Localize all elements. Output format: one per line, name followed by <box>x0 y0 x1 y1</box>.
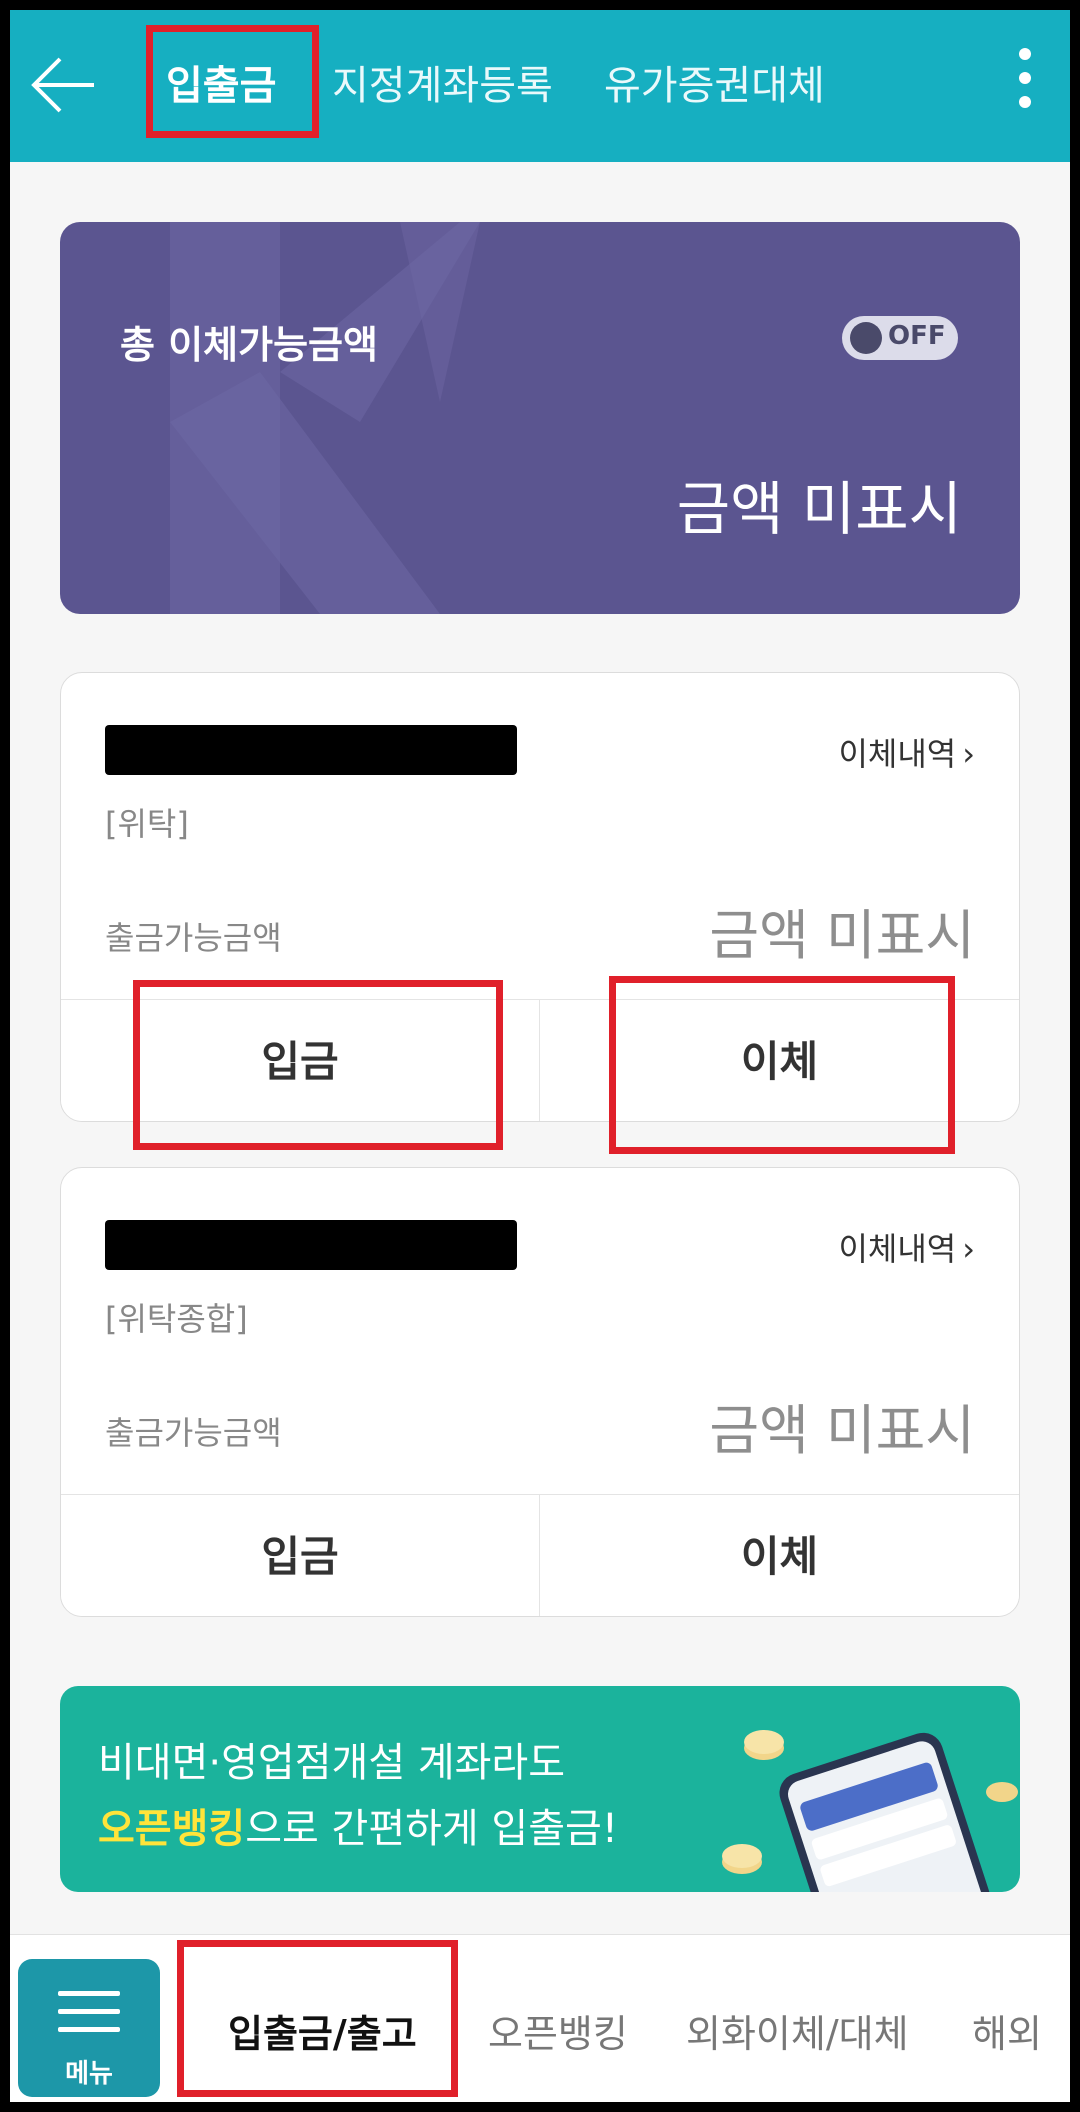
transfer-history-label: 이체내역 <box>838 735 957 773</box>
chevron-right-icon: › <box>962 735 975 773</box>
chevron-right-icon: › <box>962 1230 975 1268</box>
transfer-history-link[interactable]: 이체내역 › <box>838 729 975 775</box>
amount-visibility-toggle[interactable]: OFF <box>842 316 958 360</box>
more-vertical-icon[interactable] <box>1010 48 1040 128</box>
account-card: 이체내역 › [위탁종합] 출금가능금액 금액 미표시 입금 이체 <box>60 1167 1020 1617</box>
tab-designated-account[interactable]: 지정계좌등록 <box>332 58 553 114</box>
transfer-history-label: 이체내역 <box>838 1230 957 1268</box>
banner-line-2-rest: 으로 간편하게 입출금! <box>245 1806 618 1852</box>
withdrawable-amount: 금액 미표시 <box>709 904 975 967</box>
brand-k-watermark <box>170 222 480 614</box>
back-button[interactable] <box>28 50 100 120</box>
transfer-button[interactable]: 이체 <box>540 1495 1019 1616</box>
menu-label: 메뉴 <box>65 2059 113 2089</box>
app-screen: 입출금 지정계좌등록 유가증권대체 총 이체가능금액 OFF 금액 미표시 이체… <box>10 10 1070 2102</box>
nav-fx-transfer[interactable]: 외화이체/대체 <box>686 2003 909 2058</box>
nav-open-banking[interactable]: 오픈뱅킹 <box>488 2003 628 2058</box>
bottom-navigation: 메뉴 입출금/출고 오픈뱅킹 외화이체/대체 해외 <box>10 1934 1070 2102</box>
withdrawable-amount: 금액 미표시 <box>709 1399 975 1462</box>
total-transferable-title: 총 이체가능금액 <box>120 323 378 367</box>
annotation-box <box>609 976 955 1154</box>
banner-line-2: 오픈뱅킹으로 간편하게 입출금! <box>98 1796 618 1854</box>
deposit-button[interactable]: 입금 <box>61 1495 540 1616</box>
annotation-box <box>177 1940 458 2097</box>
banner-line-1: 비대면·영업점개설 계좌라도 <box>98 1740 566 1786</box>
nav-overseas[interactable]: 해외 <box>972 2003 1042 2058</box>
toggle-label: OFF <box>888 321 946 351</box>
total-transferable-card: 총 이체가능금액 OFF 금액 미표시 <box>60 222 1020 614</box>
account-type: [위탁종합] <box>105 1300 248 1338</box>
arrow-left-icon <box>31 57 94 113</box>
toggle-knob <box>850 322 882 354</box>
tab-securities-transfer[interactable]: 유가증권대체 <box>604 58 825 114</box>
annotation-box <box>146 25 319 138</box>
menu-button[interactable]: 메뉴 <box>18 1959 160 2097</box>
withdrawable-label: 출금가능금액 <box>105 919 282 957</box>
account-actions: 입금 이체 <box>61 1494 1019 1616</box>
total-amount-text: 금액 미표시 <box>676 475 962 543</box>
redacted-account-number <box>105 1220 517 1270</box>
banner-highlight: 오픈뱅킹 <box>98 1806 246 1852</box>
withdrawable-label: 출금가능금액 <box>105 1414 282 1452</box>
transfer-history-link[interactable]: 이체내역 › <box>838 1224 975 1270</box>
annotation-box <box>133 980 503 1150</box>
account-type: [위탁] <box>105 805 189 843</box>
open-banking-banner[interactable]: 비대면·영업점개설 계좌라도 오픈뱅킹으로 간편하게 입출금! <box>60 1686 1020 1892</box>
redacted-account-number <box>105 725 517 775</box>
phone-illustration <box>722 1730 1018 1892</box>
hamburger-icon <box>58 1991 120 2045</box>
